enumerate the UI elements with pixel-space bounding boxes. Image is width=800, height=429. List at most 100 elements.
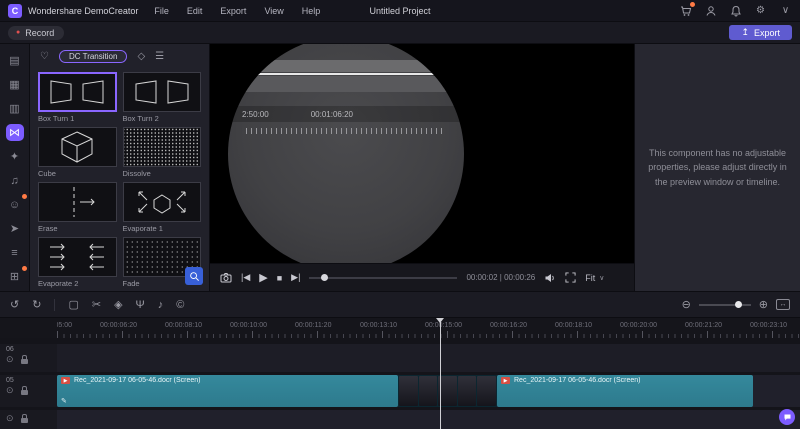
sidebar-item-effects[interactable]: ✦ xyxy=(6,148,24,165)
video-preview[interactable]: 2:50:00 00:01:06:20 xyxy=(210,44,634,263)
sidebar-item-plugins[interactable]: ⊞ xyxy=(6,266,27,285)
track-number: 05 xyxy=(6,377,14,385)
tab-dc-transition[interactable]: DC Transition xyxy=(58,49,128,63)
record-button[interactable]: ● Record xyxy=(8,25,65,40)
search-button[interactable] xyxy=(185,267,203,285)
clip-label: Rec_2021-09-17 06-05-46.docr (Screen) xyxy=(74,377,201,385)
snapshot-camera-icon[interactable] xyxy=(220,272,232,284)
ruler-label: 00:00:08:10 xyxy=(165,322,202,329)
track-lane-05[interactable]: ▶ Rec_2021-09-17 06-05-46.docr (Screen) … xyxy=(57,375,800,408)
menu-view[interactable]: View xyxy=(264,6,283,16)
zoom-knob[interactable] xyxy=(735,300,743,308)
settings-gear-icon[interactable]: ⚙ xyxy=(754,4,767,17)
timeline-toolbar: ↺ ↻ ▢ ✂ ◈ Ψ ♪ © ⊖ ⊕ ↔ xyxy=(0,291,800,318)
sidebar-item-cursor[interactable]: ➤ xyxy=(6,220,24,237)
sidebar-item-captions[interactable]: ≡ xyxy=(6,244,24,261)
transition-thumbnail xyxy=(38,182,117,222)
seek-slider[interactable] xyxy=(309,273,458,281)
transitions-library-panel: ♡ DC Transition ◇ ☰ Box Turn 1 Box Turn … xyxy=(30,44,210,291)
crop-button[interactable]: ▢ xyxy=(68,298,78,311)
redo-button[interactable]: ↻ xyxy=(32,298,41,311)
track-visibility-eye-icon[interactable]: ⊙ xyxy=(6,414,14,423)
lens-time-right: 00:01:06:20 xyxy=(310,109,353,119)
mic-button[interactable]: Ψ xyxy=(136,299,145,311)
protect-button[interactable]: ◈ xyxy=(114,298,122,311)
timeline: 00:00:05:00 00:00:06:20 00:00:08:10 00:0… xyxy=(0,318,800,429)
volume-icon[interactable] xyxy=(544,272,556,284)
ruler-label: 00:00:20:00 xyxy=(620,322,657,329)
playhead[interactable] xyxy=(436,318,444,429)
timeline-ruler[interactable]: 00:00:05:00 00:00:06:20 00:00:08:10 00:0… xyxy=(0,318,800,338)
cart-icon[interactable] xyxy=(679,2,695,17)
menu-export[interactable]: Export xyxy=(220,6,246,16)
transition-item-evaporate-2[interactable]: Evaporate 2 xyxy=(38,237,117,288)
track-lock-icon[interactable] xyxy=(20,354,28,364)
clip-edit-pen-icon[interactable]: ✎ xyxy=(61,397,67,405)
transition-item-evaporate-1[interactable]: Evaporate 1 xyxy=(122,182,201,233)
transitions-grid: Box Turn 1 Box Turn 2 Cube Dissolve Eras… xyxy=(30,68,209,291)
ruler-label: 00:00:16:20 xyxy=(490,322,527,329)
zoom-in-button[interactable]: ⊕ xyxy=(759,298,768,311)
sidebar-item-transitions[interactable]: ⋈ xyxy=(5,124,24,141)
play-button[interactable]: ▶ xyxy=(259,271,267,284)
transition-thumbnail-strip[interactable] xyxy=(398,375,497,408)
magnifier-overlay: 2:50:00 00:01:06:20 xyxy=(228,44,464,263)
track-lane-partial[interactable] xyxy=(57,410,800,429)
zoom-out-button[interactable]: ⊖ xyxy=(682,298,691,311)
sidebar-item-screen[interactable]: ▥ xyxy=(6,100,24,117)
film-frame xyxy=(399,376,418,407)
time-display: 00:00:02 | 00:00:26 xyxy=(466,273,536,282)
help-chat-button[interactable] xyxy=(779,409,795,425)
transition-item-erase[interactable]: Erase xyxy=(38,182,117,233)
search-icon xyxy=(189,271,199,281)
export-button[interactable]: ↥ Export xyxy=(729,25,792,40)
transition-item-dissolve[interactable]: Dissolve xyxy=(122,127,201,178)
previous-frame-button[interactable]: |◀ xyxy=(241,272,250,283)
democreator-window: C Wondershare DemoCreator File Edit Expo… xyxy=(0,0,800,429)
sidebar-item-stickers[interactable]: ☺ xyxy=(6,194,27,213)
clip-label: Rec_2021-09-17 06-05-46.docr (Screen) xyxy=(514,377,641,385)
track-visibility-eye-icon[interactable]: ⊙ xyxy=(6,386,14,395)
fit-timeline-button[interactable]: ↔ xyxy=(776,299,790,310)
fullscreen-icon[interactable] xyxy=(565,272,576,283)
sidebar-item-video[interactable]: ▦ xyxy=(6,76,24,93)
clip-screen-recording-2[interactable]: ▶ Rec_2021-09-17 06-05-46.docr (Screen) xyxy=(497,375,753,408)
diamond-category-icon[interactable]: ◇ xyxy=(137,51,145,62)
sidebar-item-media-library[interactable]: ▤ xyxy=(6,52,24,69)
list-view-icon[interactable]: ☰ xyxy=(155,51,164,62)
denoise-button[interactable]: ♪ xyxy=(158,299,164,311)
chat-bubble-icon xyxy=(784,414,790,420)
menu-file[interactable]: File xyxy=(154,6,169,16)
track-lane-06[interactable] xyxy=(57,344,800,373)
zoom-slider[interactable] xyxy=(698,300,751,308)
stop-button[interactable]: ■ xyxy=(277,273,282,283)
zoom-mode-dropdown[interactable]: Fit ∨ xyxy=(585,273,604,283)
library-tabs: ♡ DC Transition ◇ ☰ xyxy=(30,44,209,68)
transition-item-cube[interactable]: Cube xyxy=(38,127,117,178)
chevron-down-icon[interactable]: ∨ xyxy=(779,4,792,17)
transition-item-box-turn-2[interactable]: Box Turn 2 xyxy=(122,72,201,123)
track-lock-icon[interactable] xyxy=(20,385,28,395)
track-header-05: 05 ⊙ xyxy=(0,375,57,408)
track-visibility-eye-icon[interactable]: ⊙ xyxy=(6,355,14,364)
notifications-bell-icon[interactable] xyxy=(729,4,742,17)
transition-label: Evaporate 2 xyxy=(38,279,79,288)
menu-edit[interactable]: Edit xyxy=(187,6,203,16)
transition-item-box-turn-1[interactable]: Box Turn 1 xyxy=(38,72,117,123)
project-title: Untitled Project xyxy=(369,5,431,16)
split-button[interactable]: ✂ xyxy=(92,298,101,311)
watermark-button[interactable]: © xyxy=(176,299,184,311)
menu-help[interactable]: Help xyxy=(302,6,321,16)
sidebar-item-audio[interactable]: ♫ xyxy=(6,172,24,189)
user-icon[interactable] xyxy=(704,4,717,17)
ruler-label: 00:00:10:00 xyxy=(230,322,267,329)
titlebar: C Wondershare DemoCreator File Edit Expo… xyxy=(0,0,800,22)
clip-screen-recording-1[interactable]: ▶ Rec_2021-09-17 06-05-46.docr (Screen) … xyxy=(57,375,398,408)
transport-bar: |◀ ▶ ■ ▶| 00:00:02 | 00:00:26 Fit ∨ xyxy=(210,263,634,291)
transition-thumbnail xyxy=(122,72,201,112)
favorites-heart-icon[interactable]: ♡ xyxy=(40,51,49,62)
track-lock-icon[interactable] xyxy=(20,413,28,423)
next-frame-button[interactable]: ▶| xyxy=(291,272,300,283)
seek-knob[interactable] xyxy=(321,273,329,281)
undo-button[interactable]: ↺ xyxy=(10,298,19,311)
